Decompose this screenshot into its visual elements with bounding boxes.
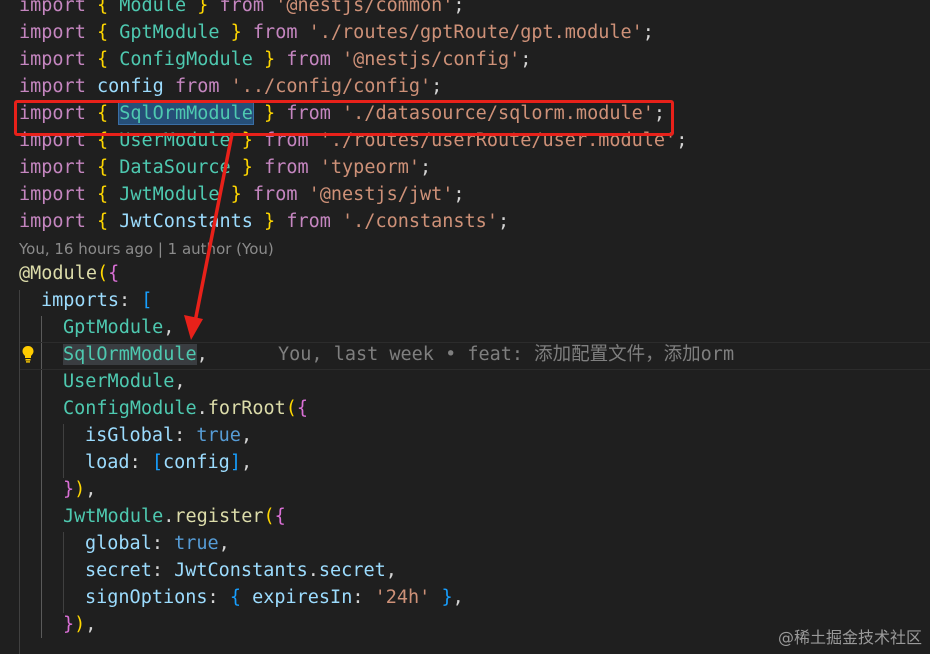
module-ref: JwtModule <box>63 506 164 527</box>
keyword: from <box>174 76 220 97</box>
property-key: global <box>85 533 152 554</box>
code-line: signOptions: { expiresIn: '24h' }, <box>85 587 464 608</box>
keyword: import <box>19 49 86 70</box>
literal: true <box>174 533 219 554</box>
import-path: './constansts' <box>342 211 498 232</box>
import-path: '@nestjs/jwt' <box>308 184 454 205</box>
code-line: }), <box>63 479 97 500</box>
import-path: '../config/config' <box>230 76 432 97</box>
module-ref: GptModule <box>63 317 164 338</box>
code-line: import { JwtConstants } from './constans… <box>19 211 510 232</box>
import-path: '@nestjs/common' <box>275 0 454 16</box>
import-name: GptModule <box>119 22 220 43</box>
keyword: from <box>252 22 298 43</box>
property-key: secret <box>85 560 152 581</box>
keyword: import <box>19 0 86 16</box>
import-name: DataSource <box>119 157 231 178</box>
keyword: import <box>19 184 86 205</box>
import-name: ConfigModule <box>119 49 253 70</box>
module-ref: UserModule <box>63 371 175 392</box>
identifier: secret <box>318 560 386 581</box>
property-key: imports <box>41 290 119 311</box>
keyword: import <box>19 76 86 97</box>
module-ref: ConfigModule <box>63 398 197 419</box>
module-ref[interactable]: SqlOrmModule <box>63 344 197 365</box>
code-line: import { Module } from '@nestjs/common'; <box>0 0 930 19</box>
property-key: isGlobal <box>85 425 175 446</box>
property-key: expiresIn <box>252 587 353 608</box>
property-key: signOptions <box>85 587 208 608</box>
code-line: UserModule, <box>63 371 186 392</box>
keyword: import <box>19 211 86 232</box>
code-line-current: SqlOrmModule, You, last week • feat: 添加配… <box>0 341 930 368</box>
import-path: '@nestjs/config' <box>342 49 521 70</box>
code-line: global: true, <box>85 533 230 554</box>
code-line: JwtModule.register({ <box>63 506 286 527</box>
import-name: Module <box>119 0 187 16</box>
code-line: import { GptModule } from './routes/gptR… <box>19 22 654 43</box>
identifier: JwtConstants <box>174 560 308 581</box>
watermark: @稀土掘金技术社区 <box>777 628 922 647</box>
code-line: ConfigModule.forRoot({ <box>63 398 309 419</box>
highlight-box-annotation <box>14 100 674 136</box>
identifier: config <box>162 452 230 473</box>
method-call: forRoot <box>207 398 286 419</box>
property-key: load <box>85 452 130 473</box>
keyword: from <box>286 49 331 70</box>
code-line: import config from '../config/config'; <box>19 76 443 97</box>
code-editor[interactable]: import { Module } from '@nestjs/common';… <box>0 0 930 654</box>
code-line: GptModule, <box>63 317 175 338</box>
import-name: JwtConstants <box>119 211 253 232</box>
keyword: from <box>219 0 265 16</box>
import-name: JwtModule <box>119 184 220 205</box>
code-line: @Module({ <box>19 263 120 284</box>
string-literal: '24h' <box>374 587 431 608</box>
import-path: 'typeorm' <box>319 157 421 178</box>
literal: true <box>196 425 241 446</box>
code-line: imports: [ <box>41 290 153 311</box>
keyword: from <box>252 184 298 205</box>
decorator: @Module <box>19 263 97 284</box>
keyword: import <box>19 157 86 178</box>
keyword: import <box>19 22 86 43</box>
code-line: import { DataSource } from 'typeorm'; <box>19 157 432 178</box>
code-line: secret: JwtConstants.secret, <box>85 560 397 581</box>
import-name: config <box>96 76 164 97</box>
code-line: load: [config], <box>85 452 253 473</box>
codelens-author[interactable]: You, 16 hours ago | 1 author (You) <box>19 236 274 262</box>
code-line: isGlobal: true, <box>85 425 253 446</box>
code-line: import { ConfigModule } from '@nestjs/co… <box>19 49 532 70</box>
inline-blame: You, last week • feat: 添加配置文件，添加orm <box>278 344 735 365</box>
import-path: './routes/gptRoute/gpt.module' <box>308 22 643 43</box>
method-call: register <box>174 506 264 527</box>
keyword: from <box>264 157 309 178</box>
code-line: import { JwtModule } from '@nestjs/jwt'; <box>19 184 465 205</box>
keyword: from <box>286 211 331 232</box>
